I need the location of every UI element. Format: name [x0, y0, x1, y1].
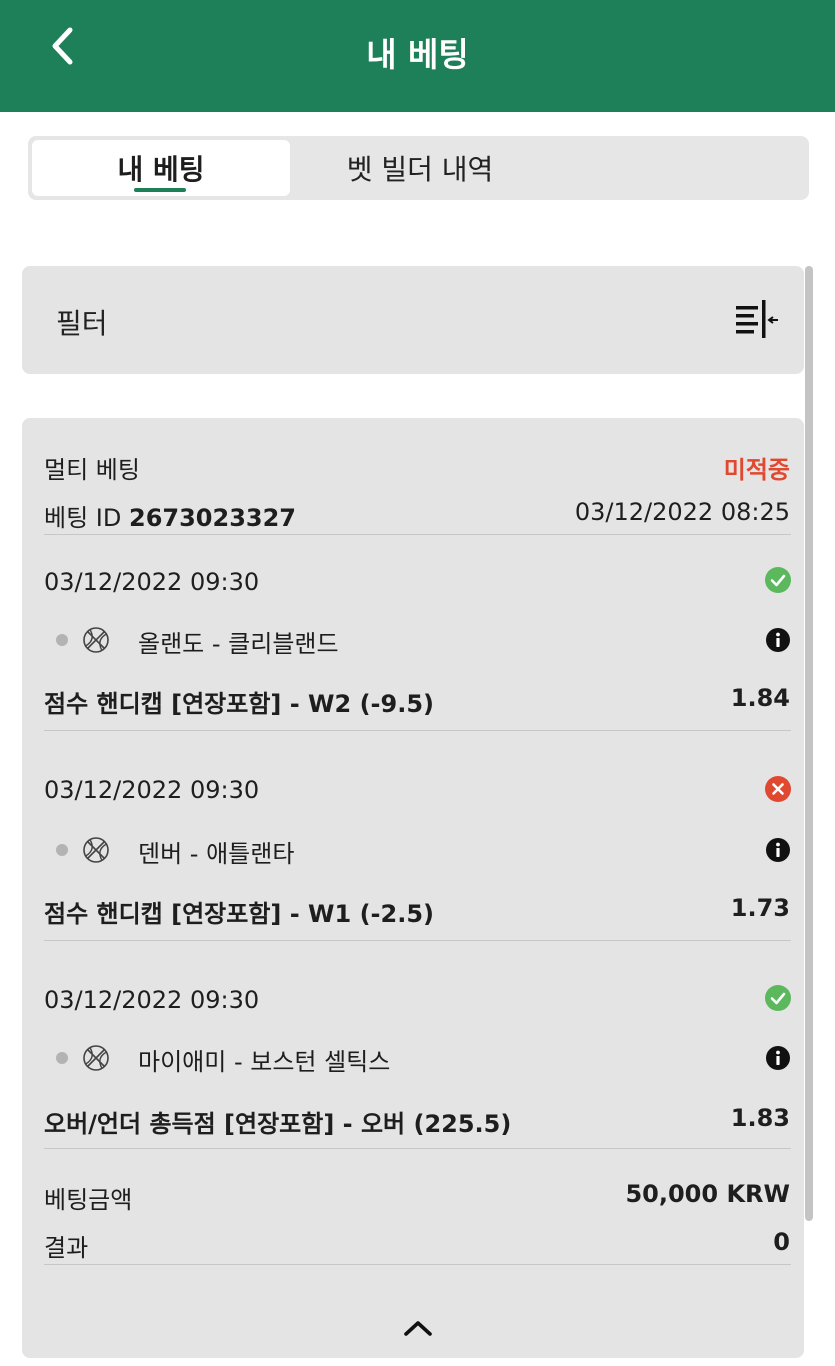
- tab-my-bets[interactable]: 내 베팅: [32, 140, 290, 196]
- info-icon[interactable]: [765, 1045, 791, 1071]
- check-circle-icon: [765, 985, 791, 1011]
- basketball-icon: [83, 837, 109, 863]
- tab-bet-builder-history[interactable]: 벳 빌더 내역: [290, 140, 550, 196]
- divider: [44, 534, 791, 535]
- bet-id-row: 베팅 ID 2673023327: [44, 498, 296, 533]
- selection-2-odds: 1.73: [730, 894, 790, 922]
- scrollbar[interactable]: [805, 266, 813, 1221]
- selection-1-teams: 올랜도 - 클리블랜드: [138, 630, 339, 658]
- info-icon[interactable]: [765, 837, 791, 863]
- selection-3-market: 오버/언더 총득점 [연장포함] - 오버 (225.5): [44, 1110, 512, 1138]
- selection-3-odds: 1.83: [730, 1104, 790, 1132]
- divider: [44, 940, 791, 941]
- bet-placed-time: 03/12/2022 08:25: [574, 498, 790, 526]
- bullet-dot: [56, 1052, 68, 1064]
- app-header: 내 베팅: [0, 0, 835, 112]
- info-icon[interactable]: [765, 627, 791, 653]
- bet-card: 멀티 베팅 미적중 베팅 ID 2673023327 03/12/2022 08…: [22, 418, 804, 1358]
- selection-2-teams: 덴버 - 애틀랜타: [138, 840, 295, 868]
- tab-label: 내 베팅: [117, 153, 205, 186]
- check-circle-icon: [765, 567, 791, 593]
- collapse-button[interactable]: [394, 1310, 442, 1346]
- selection-1-odds: 1.84: [730, 684, 790, 712]
- bet-status-badge: 미적중: [723, 456, 790, 484]
- result-value: 0: [773, 1228, 790, 1256]
- selection-1-datetime: 03/12/2022 09:30: [44, 568, 260, 596]
- basketball-icon: [83, 1045, 109, 1071]
- active-tab-indicator: [134, 188, 186, 192]
- selection-1-market: 점수 핸디캡 [연장포함] - W2 (-9.5): [44, 690, 434, 718]
- selection-3-datetime: 03/12/2022 09:30: [44, 986, 260, 1014]
- bet-type: 멀티 베팅: [44, 456, 140, 484]
- selection-2-datetime: 03/12/2022 09:30: [44, 776, 260, 804]
- stake-value: 50,000 KRW: [625, 1180, 790, 1208]
- selection-2-market: 점수 핸디캡 [연장포함] - W1 (-2.5): [44, 900, 434, 928]
- bet-id-value: 2673023327: [129, 504, 296, 532]
- x-circle-icon: [765, 776, 791, 802]
- filter-collapse-icon[interactable]: [734, 298, 782, 342]
- bullet-dot: [56, 634, 68, 646]
- tab-label: 벳 빌더 내역: [346, 153, 494, 186]
- filter-label: 필터: [56, 307, 108, 340]
- filter-bar[interactable]: 필터: [22, 266, 804, 374]
- tab-bar: 내 베팅 벳 빌더 내역: [28, 136, 809, 200]
- basketball-icon: [83, 627, 109, 653]
- divider: [44, 1148, 791, 1149]
- selection-3-teams: 마이애미 - 보스턴 셀틱스: [138, 1048, 391, 1076]
- chevron-up-icon: [404, 1321, 432, 1336]
- page-title: 내 베팅: [366, 35, 469, 74]
- bullet-dot: [56, 844, 68, 856]
- result-label: 결과: [44, 1234, 89, 1262]
- divider: [44, 730, 791, 731]
- stake-label: 베팅금액: [44, 1186, 133, 1214]
- bet-id-label: 베팅 ID: [44, 504, 122, 532]
- divider: [44, 1264, 791, 1265]
